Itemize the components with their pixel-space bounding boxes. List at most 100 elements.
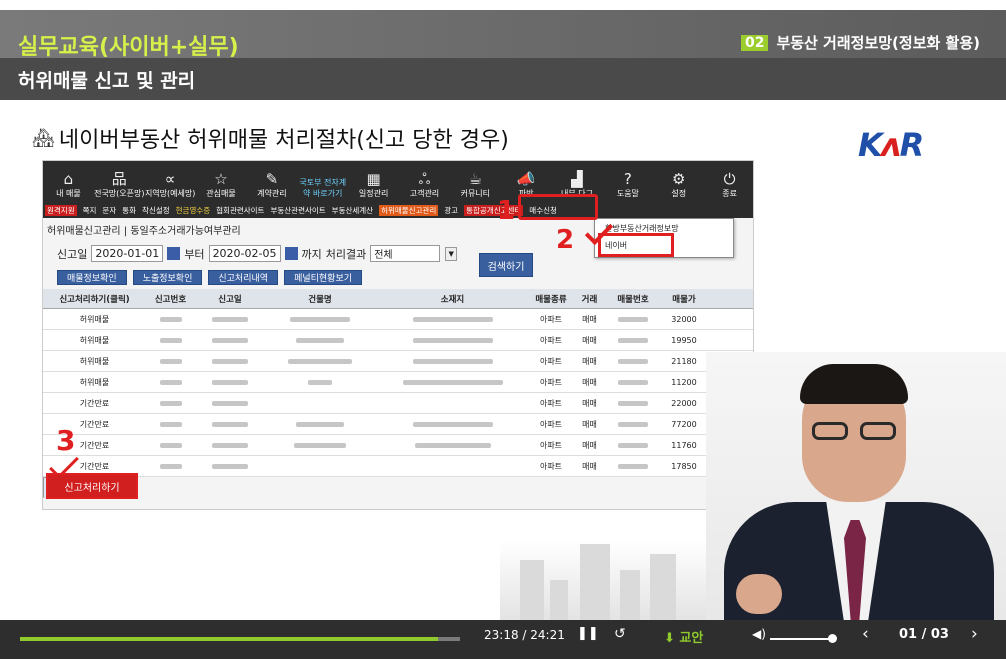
section-title: 허위매물 신고 및 관리 bbox=[18, 70, 196, 92]
prev-page-icon[interactable]: ‹ bbox=[862, 624, 869, 644]
toolbar: ⌂ 내 매물 品 전국망(오픈망) ∝ 지역망(예세망) ☆ 관심매물 ✎ 계약관리 국토… bbox=[43, 161, 753, 203]
blurred-cell bbox=[146, 393, 195, 413]
report-process-button[interactable]: 신고처리하기 bbox=[46, 473, 138, 499]
date-to-input[interactable]: 2020-02-05 bbox=[208, 245, 281, 262]
blurred-cell bbox=[195, 456, 265, 476]
toolbar-item[interactable]: ⌂ 내 매물 bbox=[43, 161, 94, 203]
row-status: 기간만료 bbox=[79, 398, 110, 408]
menu-item[interactable]: 광고 bbox=[444, 205, 458, 216]
report-history-button[interactable]: 신고처리내역 bbox=[208, 270, 279, 285]
table-header: 신고처리하기(클릭) 신고번호 신고일 건물명 소재지 매물종류 거래 매물번호… bbox=[43, 289, 753, 309]
column-header: 거래 bbox=[581, 294, 598, 305]
menubar: 원격지원 쪽지 문자 통화 착신설정 현금영수증 협회관련사이트 부동산관련사이… bbox=[43, 203, 753, 218]
menu-item[interactable]: 원격지원 bbox=[45, 205, 77, 216]
row-deal: 매매 bbox=[582, 314, 597, 324]
toolbar-item[interactable]: ⚙ 설정 bbox=[653, 161, 704, 203]
date-from-input[interactable]: 2020-01-01 bbox=[91, 245, 164, 262]
blurred-cell bbox=[146, 456, 195, 476]
menu-item[interactable]: 착신설정 bbox=[142, 205, 170, 216]
row-deal: 매매 bbox=[582, 419, 597, 429]
toolbar-item[interactable]: ஃ 고객관리 bbox=[399, 161, 450, 203]
textbook-label: 교안 bbox=[679, 631, 704, 646]
presenter-hair bbox=[800, 364, 908, 404]
menu-item[interactable]: 협회관련사이트 bbox=[216, 205, 264, 216]
row-type: 아파트 bbox=[539, 356, 563, 366]
next-page-icon[interactable]: › bbox=[971, 624, 978, 644]
toolbar-item[interactable]: ✎ 계약관리 bbox=[246, 161, 297, 203]
slide-title: 🏘 네이버부동산 허위매물 처리절차(신고 당한 경우) bbox=[32, 122, 509, 154]
toolbar-item[interactable]: ▦ 일정관리 bbox=[348, 161, 399, 203]
blurred-cell bbox=[375, 435, 530, 455]
menu-item[interactable]: 부동산관련사이트 bbox=[270, 205, 325, 216]
app-screenshot: ⌂ 내 매물 品 전국망(오픈망) ∝ 지역망(예세망) ☆ 관심매물 ✎ 계약관리 국토… bbox=[42, 160, 754, 510]
pause-icon[interactable]: ❚❚ bbox=[577, 626, 599, 641]
toolbar-item[interactable]: ☕ 커뮤니티 bbox=[450, 161, 501, 203]
blurred-cell bbox=[146, 351, 195, 371]
row-price: 17850 bbox=[671, 461, 697, 471]
row-price: 11760 bbox=[671, 440, 697, 450]
module-number: 02 bbox=[740, 34, 769, 51]
table-row[interactable]: 허위매물 아파트 매매 21180 bbox=[43, 351, 753, 372]
column-header: 신고처리하기(클릭) bbox=[59, 294, 130, 305]
replay-icon[interactable]: ↺ bbox=[614, 626, 626, 642]
filter-row: 신고일 2020-01-01 부터 2020-02-05 까지 처리결과 전체 … bbox=[57, 245, 458, 262]
menu-item[interactable]: 문자 bbox=[102, 205, 116, 216]
toolbar-item[interactable]: 品 전국망(오픈망) bbox=[94, 161, 145, 203]
table-row[interactable]: 기간만료 아파트 매매 11760 bbox=[43, 435, 753, 456]
kar-logo: KʌR bbox=[858, 126, 924, 164]
table-row[interactable]: 허위매물 아파트 매매 19950 bbox=[43, 330, 753, 351]
presenter-glasses bbox=[812, 422, 898, 442]
toolbar-item[interactable]: 국토부 전자계약 바로가기 bbox=[297, 161, 348, 203]
row-price: 22000 bbox=[671, 398, 697, 408]
calendar-icon[interactable] bbox=[284, 247, 298, 260]
table-row[interactable]: 기간만료 아파트 매매 22000 bbox=[43, 393, 753, 414]
calendar-icon[interactable] bbox=[167, 247, 181, 260]
exposure-info-button[interactable]: 노출정보확인 bbox=[132, 270, 203, 285]
blurred-cell bbox=[146, 309, 195, 329]
menu-item-false-listing[interactable]: 허위매물신고관리 bbox=[379, 205, 439, 216]
chevron-down-icon[interactable]: ▼ bbox=[445, 246, 458, 261]
blurred-cell bbox=[265, 414, 375, 434]
row-type: 아파트 bbox=[539, 377, 563, 387]
lens bbox=[860, 422, 896, 440]
row-price: 77200 bbox=[671, 419, 697, 429]
row-status: 허위매물 bbox=[79, 377, 110, 387]
column-header: 매물번호 bbox=[617, 294, 649, 305]
table-row[interactable]: 기간만료 아파트 매매 77200 bbox=[43, 414, 753, 435]
penalty-button[interactable]: 페널티현황보기 bbox=[284, 270, 363, 285]
volume-knob[interactable] bbox=[828, 634, 837, 643]
progress-fill[interactable] bbox=[20, 637, 438, 641]
users-icon: ஃ bbox=[418, 170, 431, 188]
blurred-cell bbox=[375, 330, 530, 350]
table-row[interactable]: 허위매물 아파트 매매 11200 bbox=[43, 372, 753, 393]
table-row[interactable]: 허위매물 아파트 매매 32000 bbox=[43, 309, 753, 330]
report-table: 신고처리하기(클릭) 신고번호 신고일 건물명 소재지 매물종류 거래 매물번호… bbox=[43, 289, 753, 498]
textbook-button[interactable]: ⬇ 교안 bbox=[664, 627, 703, 646]
empty-cell bbox=[375, 456, 530, 476]
column-header: 신고번호 bbox=[154, 294, 187, 305]
row-price: 19950 bbox=[671, 335, 697, 345]
volume-icon[interactable]: ◀) bbox=[752, 627, 766, 641]
toolbar-item[interactable]: ⏻ 종료 bbox=[704, 161, 753, 203]
blurred-cell bbox=[375, 372, 530, 392]
building bbox=[550, 580, 568, 620]
house-icon: 🏘 bbox=[32, 127, 55, 149]
listing-info-button[interactable]: 매물정보확인 bbox=[57, 270, 127, 285]
blurred-cell bbox=[195, 330, 265, 350]
toolbar-item[interactable]: ∝ 지역망(예세망) bbox=[145, 161, 196, 203]
row-type: 아파트 bbox=[539, 398, 563, 408]
row-status: 허위매물 bbox=[79, 356, 110, 366]
building bbox=[520, 560, 544, 620]
volume-slider[interactable] bbox=[770, 638, 830, 640]
menu-item[interactable]: 현금영수증 bbox=[176, 205, 211, 216]
step1-highlight bbox=[518, 194, 598, 220]
blurred-cell bbox=[146, 414, 195, 434]
menu-item[interactable]: 부동산세계산 bbox=[332, 205, 373, 216]
table-row[interactable]: 기간만료 아파트 매매 17850 bbox=[43, 456, 753, 477]
search-button[interactable]: 검색하기 bbox=[479, 253, 533, 277]
menu-item[interactable]: 통화 bbox=[122, 205, 136, 216]
result-select[interactable]: 전체 bbox=[370, 245, 441, 262]
menu-item[interactable]: 쪽지 bbox=[83, 205, 97, 216]
toolbar-item[interactable]: ? 도움말 bbox=[602, 161, 653, 203]
toolbar-item[interactable]: ☆ 관심매물 bbox=[196, 161, 247, 203]
